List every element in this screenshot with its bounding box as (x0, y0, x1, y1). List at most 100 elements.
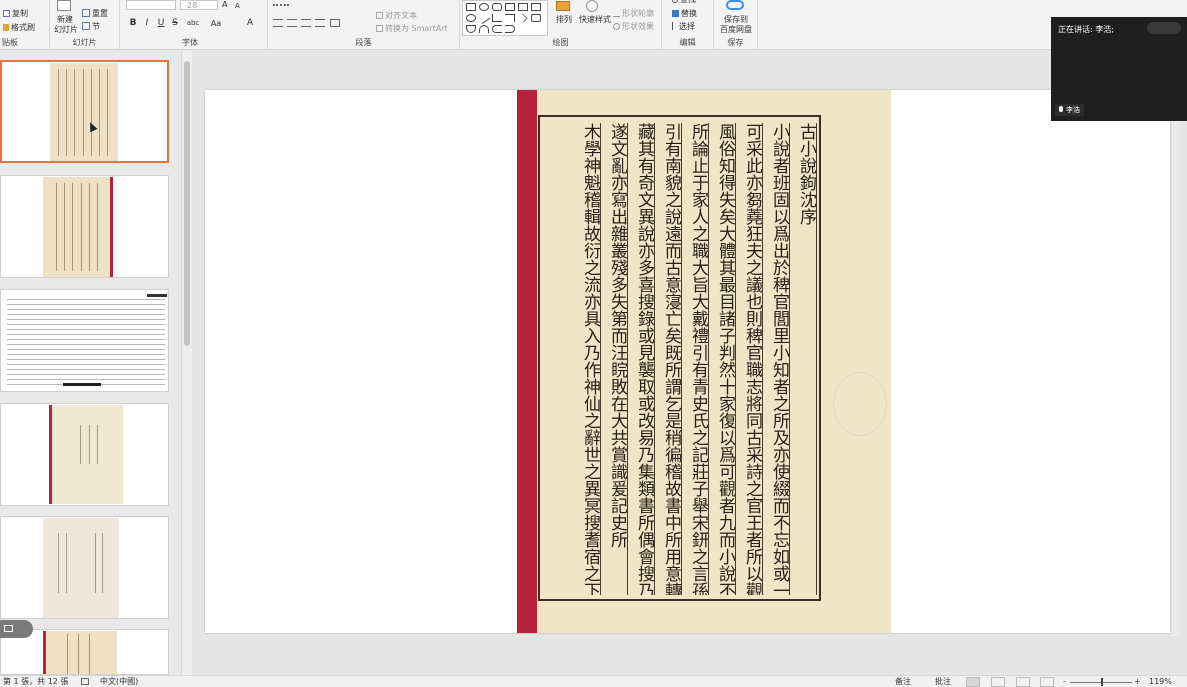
italic-button[interactable]: I (141, 18, 153, 29)
char-spacing-button[interactable]: abc (183, 18, 203, 29)
spellcheck-icon[interactable] (81, 678, 89, 685)
reset-button[interactable]: 重置 (82, 9, 108, 19)
reading-view-button[interactable] (1016, 677, 1030, 687)
align-center-button[interactable] (287, 19, 297, 27)
slideshow-view-button[interactable] (1040, 677, 1054, 687)
shape-outline-label: 形状轮廓 (622, 9, 654, 18)
underline-button[interactable]: U (155, 18, 167, 29)
smartart-icon (376, 25, 383, 32)
font-group: 28 A A B I U S abc Aa A 字体 (120, 0, 268, 50)
slide-count: 第 1 張，共 12 張 (3, 677, 69, 686)
brace-shape-icon (492, 25, 502, 33)
shape-outline-button[interactable]: 形状轮廓 (613, 9, 654, 19)
thumbnails-scrollbar[interactable] (181, 51, 192, 675)
font-color-button[interactable]: A (244, 18, 256, 29)
shrink-font-button[interactable]: A (235, 1, 240, 11)
paint-brush-icon (3, 24, 9, 31)
zoom-slider-knob[interactable] (1101, 678, 1103, 686)
manuscript-scan-image[interactable]: 古小說鉤沈序 小說者班固以爲出於稗官閭里小知者之所及亦使綴而不忘如或一言 可采此… (517, 90, 891, 633)
slide-canvas[interactable]: 古小說鉤沈序 小說者班固以爲出於稗官閭里小知者之所及亦使綴而不忘如或一言 可采此… (205, 90, 1170, 633)
zoom-level[interactable]: 119% (1149, 677, 1172, 687)
status-bar: 第 1 張，共 12 張 中文(中國) 备注 批注 - + 119% (0, 675, 1187, 687)
clipboard-group: 复制 格式刷 贴板 (0, 0, 50, 50)
language-indicator[interactable]: 中文(中國) (100, 677, 138, 687)
bold-button[interactable]: B (127, 18, 139, 29)
format-painter-label: 格式刷 (11, 23, 35, 32)
align-text-button[interactable]: 对齐文本 (376, 11, 417, 21)
select-label: 选择 (679, 22, 695, 31)
reset-label: 重置 (92, 9, 108, 18)
new-slide-label-1: 新建 (57, 15, 73, 24)
rectangle-shape-icon (466, 3, 476, 11)
slide-sorter-toggle[interactable] (0, 620, 33, 638)
video-call-overlay[interactable]: 正在讲话: 李浩; 李浩 (1051, 17, 1187, 121)
manuscript-column-3: 可采此亦芻蕘狂夫之議也則稗官職志將同古采詩之官王者所以觀 (743, 123, 763, 595)
circle-shape-icon (466, 14, 476, 22)
bullets-button[interactable] (273, 0, 289, 6)
format-painter-button[interactable]: 格式刷 (3, 23, 35, 33)
slide-3-title-bar (147, 294, 167, 297)
change-case-button[interactable]: Aa (206, 18, 226, 29)
slide-sorter-view-button[interactable] (991, 677, 1005, 687)
justify-button[interactable] (315, 19, 325, 27)
font-name-box[interactable] (126, 0, 176, 10)
call-controls-blur[interactable] (1147, 22, 1181, 34)
normal-view-button[interactable] (966, 677, 980, 687)
quick-styles-button[interactable]: 快速样式 (579, 15, 611, 25)
slide-thumbnail-3[interactable] (0, 289, 169, 392)
shapes-gallery[interactable] (462, 0, 548, 36)
copy-button[interactable]: 复制 (3, 9, 28, 19)
notes-button[interactable]: 备注 (895, 677, 911, 687)
replace-button[interactable]: 替换 (672, 9, 697, 19)
manuscript-column-5: 所論止于家人之職大旨大戴禮引有青史氏之記莊子舉宋鈃之言孫卿 (689, 123, 709, 595)
align-left-button[interactable] (273, 19, 283, 27)
l-shape-icon (492, 14, 502, 22)
effects-icon (613, 23, 620, 30)
font-size-box[interactable]: 28 (180, 0, 218, 10)
connector-shape-icon (505, 14, 515, 22)
paragraph-group-label: 段落 (355, 38, 372, 47)
slide-scrollbar[interactable] (1172, 121, 1180, 636)
shape-effects-button[interactable]: 形状效果 (613, 22, 654, 32)
find-button[interactable]: 查找 (672, 0, 696, 5)
columns-button[interactable] (330, 19, 340, 27)
slide-1-scan-image (50, 63, 118, 161)
arc-shape-icon (479, 25, 489, 33)
thumbnails-scroll-thumb[interactable] (184, 61, 190, 346)
drawing-group-label: 绘图 (552, 38, 569, 47)
rect-shape-icon-3 (518, 3, 528, 11)
arrange-button[interactable]: 排列 (556, 15, 572, 25)
select-button[interactable]: 选择 (672, 22, 695, 32)
save-to-baidu-button[interactable]: 保存到 百度网盘 (719, 15, 753, 35)
section-icon (82, 22, 90, 30)
section-button[interactable]: 节 (82, 22, 100, 32)
slide-thumbnail-1[interactable] (0, 60, 169, 163)
editing-group-label: 编辑 (679, 38, 696, 47)
new-slide-button[interactable]: 新建 幻灯片 (54, 15, 78, 35)
manuscript-column-4: 風俗知得失矣大體其最目諸子判然十家復以爲可觀者九而小說不與 (716, 123, 736, 595)
grow-font-button[interactable]: A (222, 0, 227, 10)
comments-button[interactable]: 批注 (935, 677, 951, 687)
quick-styles-icon (586, 0, 598, 12)
slide-thumbnail-2[interactable] (0, 175, 169, 278)
brace-shape-icon-2 (505, 25, 515, 33)
new-slide-icon (57, 0, 71, 11)
shape-effects-label: 形状效果 (622, 22, 654, 31)
star-shape-icon (531, 14, 541, 22)
slide-thumbnails-pane (0, 51, 181, 675)
microphone-icon (1059, 106, 1063, 112)
copy-label: 复制 (12, 9, 28, 18)
align-right-button[interactable] (301, 19, 311, 27)
convert-smartart-button[interactable]: 转换为 SmartArt (376, 24, 448, 34)
manuscript-column-7: 藏其有奇文異說亦多喜搜錄或見襲取或改易乃集類書所偶會搜乃 (635, 123, 655, 595)
zoom-out-button[interactable]: - (1063, 677, 1066, 687)
zoom-in-button[interactable]: + (1134, 677, 1141, 687)
strikethrough-button[interactable]: S (169, 18, 181, 29)
slide-thumbnail-4[interactable] (0, 403, 169, 506)
font-group-label: 字体 (182, 38, 198, 47)
slides-group-label: 幻灯片 (72, 38, 97, 47)
slide-thumbnail-5[interactable] (0, 516, 169, 619)
baidu-cloud-icon (726, 0, 744, 10)
participant-name: 李浩 (1066, 106, 1080, 114)
speaking-indicator: 正在讲话: 李浩; (1058, 25, 1114, 34)
